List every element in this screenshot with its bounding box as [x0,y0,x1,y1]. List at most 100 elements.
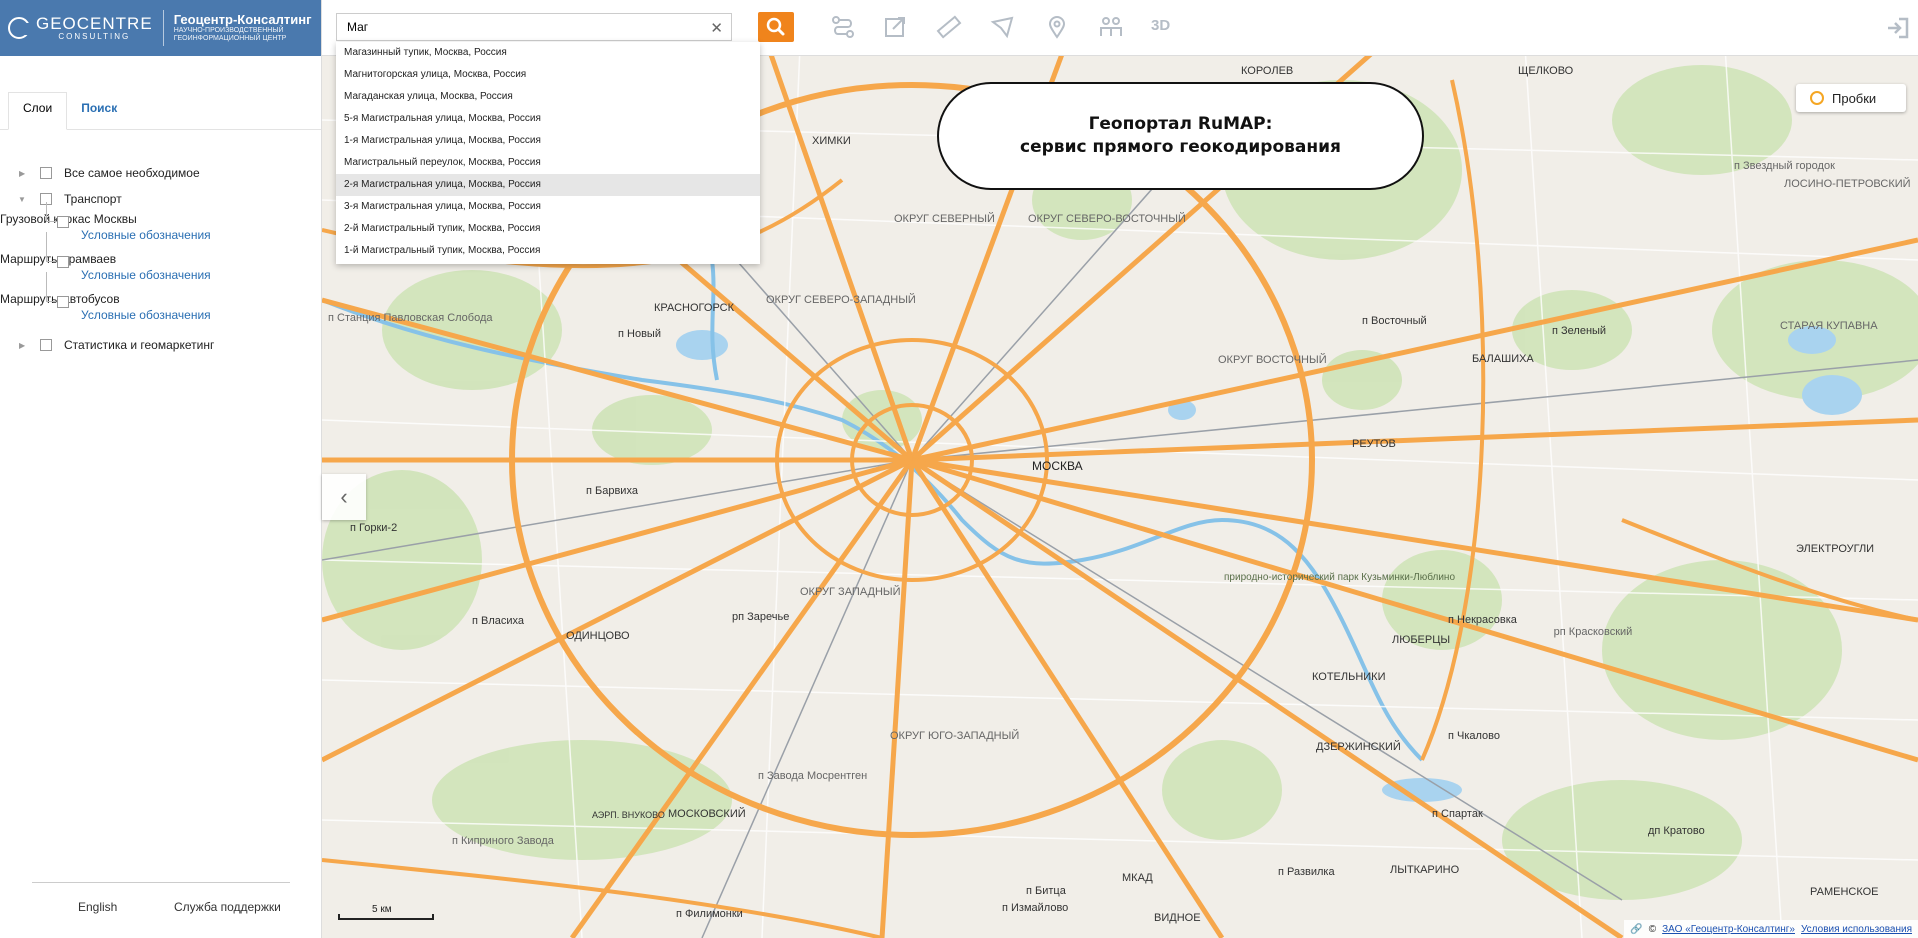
map-label-p-razvilka: п Развилка [1278,866,1335,878]
company-link[interactable]: ЗАО «Геоцентр-Консалтинг» [1662,924,1795,935]
scale-bar [338,914,434,920]
traffic-label: Пробки [1832,90,1877,106]
suggestion-item[interactable]: Магаданская улица, Москва, Россия [336,86,760,108]
login-button[interactable] [1884,14,1912,42]
map-label-p-gorki: п Горки-2 [350,522,398,534]
expand-arrow-icon[interactable]: ▶ [19,341,25,350]
map-label-p-zarechye: рп Заречье [732,611,790,623]
tab-search[interactable]: Поиск [67,93,131,129]
tree-node-statistics[interactable]: ▶ Статистика и геомаркетинг [0,332,321,358]
map-label-p-izmailovo: п Измайлово [1002,902,1069,914]
map-label-khimki: ХИМКИ [812,135,851,147]
map-label-mkad: МКАД [1122,872,1153,884]
traffic-toggle[interactable]: Пробки [1796,84,1906,112]
checkbox[interactable] [40,339,52,351]
suggestion-item-selected[interactable]: 2-я Магистральная улица, Москва, Россия [336,174,760,196]
brand-header[interactable]: GEOCENTRE CONSULTING Геоцентр-Консалтинг… [0,0,321,56]
map-label-okrug-sev: ОКРУГ СЕВЕРНЫЙ [894,213,995,225]
sidebar-collapse-button[interactable]: ‹ [322,474,366,520]
clear-icon[interactable]: ✕ [710,19,723,37]
placemark-tool-button[interactable] [1044,14,1070,40]
callout-line-2: сервис прямого геокодирования [1020,137,1341,157]
tree-guide [46,272,56,302]
map-label-p-kraskovo: рп Красковский [1553,626,1633,638]
checkbox[interactable] [57,256,69,268]
map-label-vidnoe: ВИДНОЕ [1154,912,1201,924]
sidebar-tabs: Слои Поиск [0,76,321,130]
map-label-p-kiprinnogo: п Киприного Завода [452,835,554,847]
map-label-zvezdny: п Звездный городок [1734,160,1835,172]
share-tool-button[interactable] [882,14,908,40]
terms-link[interactable]: Условия использования [1801,924,1912,935]
tree-guide [46,202,56,222]
suggestion-item[interactable]: 5-я Магистральная улица, Москва, Россия [336,108,760,130]
map-label-p-spartak: п Спартак [1432,808,1483,820]
route-tool-button[interactable] [830,14,856,40]
map-label-staraya-kupavna: СТАРАЯ КУПАВНА [1780,320,1878,332]
ruler-icon [936,15,962,39]
tab-layers[interactable]: Слои [8,92,68,130]
checkbox[interactable] [57,216,69,228]
map-label-moskovsky: МОСКОВСКИЙ [668,808,746,820]
suggestion-item[interactable]: 1-я Магистральная улица, Москва, Россия [336,130,760,152]
legend-link[interactable]: Условные обозначения [81,308,211,322]
company-block: Геоцентр-Консалтинг НАУЧНО-ПРОИЗВОДСТВЕН… [174,13,312,43]
chevron-left-icon: ‹ [340,484,348,509]
brand-divider [162,10,164,46]
layer-tree: ▶ Все самое необходимое ▼ Транспорт Груз… [0,130,321,358]
suggestion-item[interactable]: Магазинный тупик, Москва, Россия [336,42,760,64]
map-label-korolev: КОРОЛЕВ [1241,65,1294,77]
map-label-p-bitsa: п Битца [1026,885,1066,897]
tree-label: Все самое необходимое [64,166,200,180]
suggestion-item[interactable]: 1-й Магистральный тупик, Москва, Россия [336,240,760,262]
map-label-park: природно-исторический парк Кузьминки-Люб… [1224,572,1456,583]
traffic-icon [1810,91,1824,105]
search-button[interactable] [758,12,794,42]
people-tool-button[interactable] [1098,14,1124,40]
area-tool-button[interactable] [990,14,1016,40]
checkbox[interactable] [40,167,52,179]
map-label-p-zeleny: п Зеленый [1552,325,1607,337]
ruler-tool-button[interactable] [936,14,962,40]
collapse-arrow-icon[interactable]: ▼ [18,195,26,204]
external-link-icon [885,17,905,37]
link-icon[interactable]: 🔗 [1630,924,1642,935]
map-label-okrug-v: ОКРУГ ВОСТОЧНЫЙ [1218,354,1327,366]
map-label-okrug-sv: ОКРУГ СЕВЕРО-ВОСТОЧНЫЙ [1028,213,1186,225]
map-label-krasnogorsk: КРАСНОГОРСК [654,302,735,314]
search-box: ✕ [336,13,732,41]
polygon-icon [990,16,1014,39]
copyright-sign: © [1648,923,1657,935]
map-label-balashikha: БАЛАШИХА [1472,353,1534,365]
tree-node-buses[interactable]: Маршруты автобусов Условные обозначения [0,272,321,332]
map-label-ramenskoe: РАМЕНСКОЕ [1810,886,1879,898]
map-label-odintsovo: ОДИНЦОВО [566,630,630,642]
checkbox[interactable] [57,296,69,308]
legend-link[interactable]: Условные обозначения [81,228,211,242]
placemark-icon [1048,16,1066,39]
suggestion-item[interactable]: 2-й Магистральный тупик, Москва, Россия [336,218,760,240]
map-label-p-vostochny: п Восточный [1362,315,1427,327]
map-label-lytkarino: ЛЫТКАРИНО [1390,864,1460,876]
legend-link[interactable]: Условные обозначения [81,268,211,282]
map-label-p-barvikha: п Барвиха [586,485,638,497]
tree-label: Статистика и геомаркетинг [64,338,215,352]
suggestion-item[interactable]: Магнитогорская улица, Москва, Россия [336,64,760,86]
tree-node-essentials[interactable]: ▶ Все самое необходимое [0,160,321,186]
search-suggestions: Магазинный тупик, Москва, Россия Магнито… [336,42,760,264]
map-label-reutov: РЕУТОВ [1352,438,1396,450]
suggestion-item[interactable]: Магистральный переулок, Москва, Россия [336,152,760,174]
expand-arrow-icon[interactable]: ▶ [19,169,25,178]
suggestion-item[interactable]: 3-я Магистральная улица, Москва, Россия [336,196,760,218]
3d-button[interactable]: 3D [1151,17,1170,34]
company-name: Геоцентр-Консалтинг [173,12,312,27]
language-link[interactable]: English [78,900,117,914]
map-label-p-vlasikha: п Власиха [472,615,525,627]
map-label-okrug-z: ОКРУГ ЗАПАДНЫЙ [800,586,901,598]
company-sub-2: ГЕОИНФОРМАЦИОННЫЙ ЦЕНТР [173,35,287,42]
search-input[interactable] [337,14,697,40]
sign-in-icon [1888,17,1909,39]
map-attribution: 🔗 © ЗАО «Геоцентр-Консалтинг» Условия ис… [1624,920,1918,938]
map-label-lyubertsy: ЛЮБЕРЦЫ [1392,634,1451,646]
support-link[interactable]: Служба поддержки [174,900,281,914]
